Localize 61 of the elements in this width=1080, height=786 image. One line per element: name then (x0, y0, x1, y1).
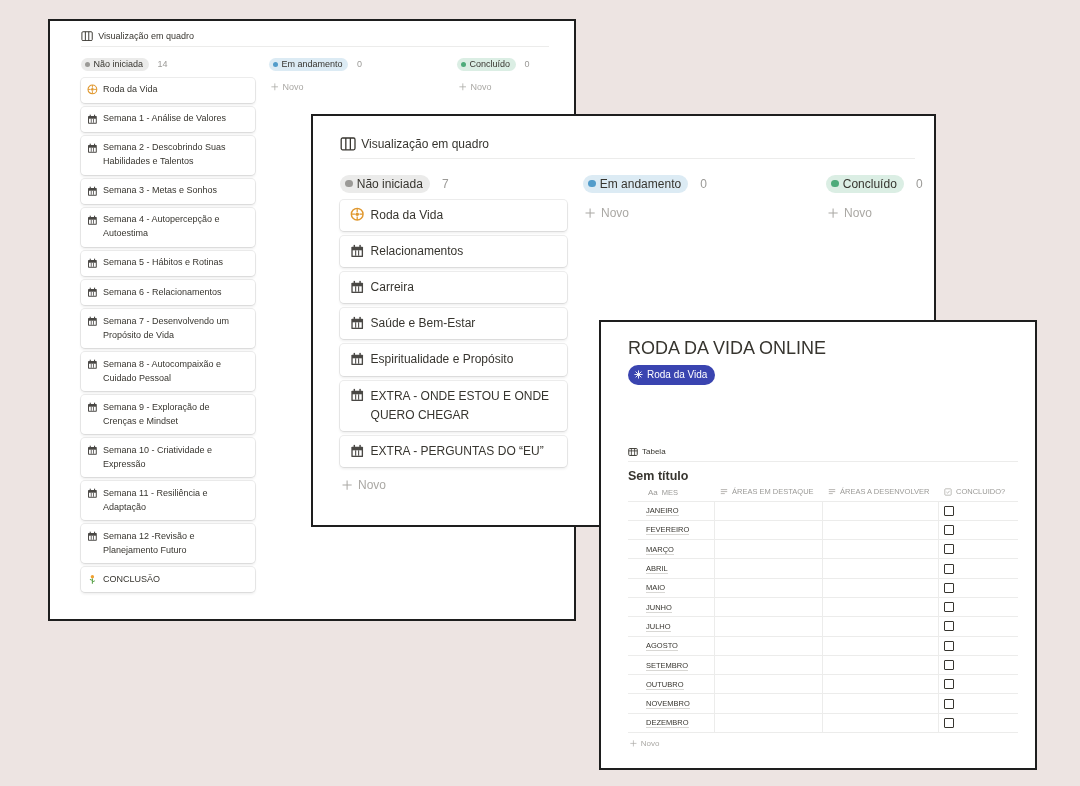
board-card[interactable]: Roda da Vida (81, 77, 255, 103)
board-card[interactable]: Carreira (340, 271, 567, 304)
card-title: EXTRA - PERGUNTAS DO “EU” (370, 442, 544, 460)
page-title: RODA DA VIDA ONLINE (628, 338, 828, 359)
card-title: Semana 11 - Resiliência e Adaptação (103, 486, 209, 514)
board-card[interactable]: Relacionamentos (340, 235, 567, 267)
status-tag[interactable]: Não iniciada (340, 175, 430, 193)
status-tag[interactable]: Não iniciada (81, 58, 149, 71)
card-count: 0 (524, 59, 530, 70)
board-card[interactable]: Espiritualidade e Propósito (340, 344, 567, 376)
board-card[interactable]: Semana 12 -Revisão e Planejamento Futuro (81, 524, 255, 564)
board-card[interactable]: Semana 2 - Descobrindo Suas Habilidades e Talentos (81, 135, 255, 175)
view-tab[interactable]: Tabela (642, 447, 666, 456)
card-count: 0 (357, 59, 363, 70)
card-title: Saúde e Bem-Estar (370, 315, 476, 333)
status-tag[interactable]: Em andamento (269, 58, 348, 71)
card-title: Semana 9 - Exploração de Crenças e Mindset (103, 400, 211, 428)
board-card[interactable]: EXTRA - ONDE ESTOU E ONDE QUERO CHEGAR (340, 380, 567, 431)
card-title: EXTRA - ONDE ESTOU E ONDE QUERO CHEGAR (370, 387, 551, 424)
board-card[interactable]: Saúde e Bem-Estar (340, 308, 567, 340)
card-count: 7 (442, 176, 449, 191)
board-card[interactable]: Semana 10 - Criatividade e Expressão (81, 438, 255, 478)
board-card[interactable]: Semana 6 - Relacionamentos (81, 279, 255, 306)
board-card[interactable]: Semana 8 - Autocompaixão e Cuidado Pessoal (81, 352, 255, 392)
card-title: Semana 12 -Revisão e Planejamento Futuro (103, 529, 196, 557)
table-title: Sem título (628, 469, 690, 483)
status-tag[interactable]: Concluído (457, 58, 516, 71)
card-title: Roda da Vida (103, 83, 158, 97)
board-card[interactable]: Semana 9 - Exploração de Crenças e Mindset (81, 395, 255, 435)
card-title: Semana 10 - Criatividade e Expressão (103, 443, 214, 471)
board-card[interactable]: Semana 4 - Autopercepção e Autoestima (81, 207, 255, 247)
board-card[interactable]: EXTRA - PERGUNTAS DO “EU” (340, 435, 567, 468)
card-title: Semana 6 - Relacionamentos (103, 285, 222, 299)
card-title: Espiritualidade e Propósito (370, 351, 514, 369)
card-title: Relacionamentos (370, 242, 464, 260)
roda-da-vida-button[interactable]: Roda da Vida (628, 365, 716, 385)
board-card[interactable]: Roda da Vida (340, 199, 567, 231)
board-card[interactable]: Semana 11 - Resiliência e Adaptação (81, 481, 255, 521)
status-tag[interactable]: Em andamento (583, 175, 689, 193)
card-count: 0 (700, 176, 708, 191)
card-title: Roda da Vida (370, 206, 444, 224)
card-count: 0 (916, 176, 923, 191)
status-tag[interactable]: Concluído (826, 175, 904, 193)
card-count: 14 (157, 59, 168, 70)
card-title: CONCLUSÃO (103, 572, 161, 586)
board-card[interactable]: Semana 1 - Análise de Valores (81, 106, 255, 132)
card-title: Semana 1 - Análise de Valores (103, 112, 226, 126)
view-title[interactable]: Visualização em quadro (98, 31, 195, 42)
card-title: Semana 5 - Hábitos e Rotinas (103, 256, 224, 270)
card-title: Semana 2 - Descobrindo Suas Habilidades e Talentos (103, 141, 227, 169)
board-card[interactable]: CONCLUSÃO (81, 567, 255, 593)
board-card[interactable]: Semana 5 - Hábitos e Rotinas (81, 250, 255, 276)
card-title: Carreira (370, 278, 414, 296)
card-title: Semana 7 - Desenvolvendo um Propósito de Vida (103, 314, 231, 342)
card-title: Semana 8 - Autocompaixão e Cuidado Pessoal (103, 357, 223, 385)
view-title[interactable]: Visualização em quadro (361, 137, 490, 151)
board-card[interactable]: Semana 3 - Metas e Sonhos (81, 178, 255, 204)
card-title: Semana 4 - Autopercepção e Autoestima (103, 213, 221, 241)
title-type-label: Aa (648, 487, 658, 497)
card-title: Semana 3 - Metas e Sonhos (103, 184, 218, 198)
board-card[interactable]: Semana 7 - Desenvolvendo um Propósito de Vida (81, 309, 255, 349)
